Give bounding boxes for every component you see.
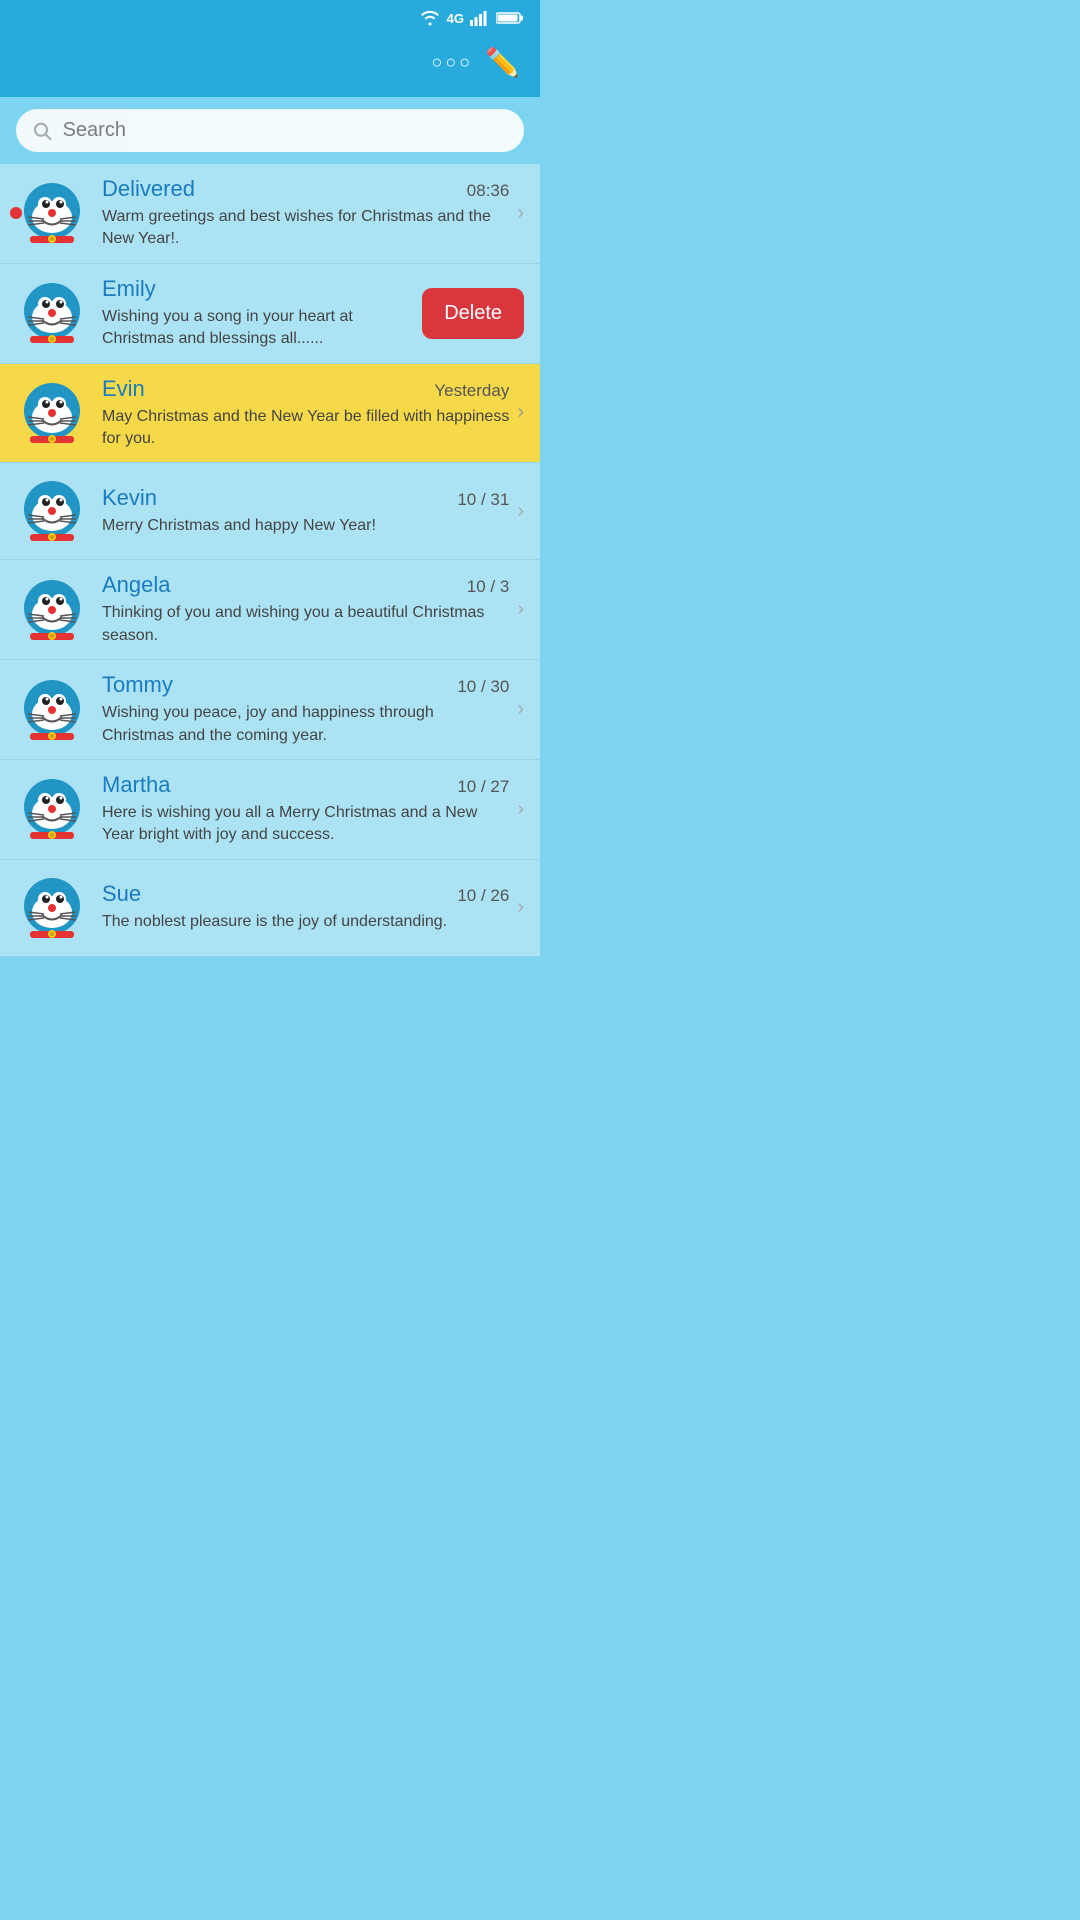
avatar <box>16 475 88 547</box>
app-header: ○○○ ✏️ <box>0 36 540 97</box>
message-preview: Wishing you a song in your heart at Chri… <box>102 306 412 351</box>
contact-name: Kevin <box>102 485 157 511</box>
battery-icon <box>496 11 524 25</box>
message-content: Evin Yesterday May Christmas and the New… <box>102 376 509 451</box>
message-time: 10 / 31 <box>457 490 509 510</box>
avatar <box>16 177 88 249</box>
message-time: 08:36 <box>467 181 510 201</box>
contact-name: Martha <box>102 772 170 798</box>
message-time: Yesterday <box>434 381 509 401</box>
delete-button[interactable]: Delete <box>422 288 524 339</box>
avatar <box>16 574 88 646</box>
message-item-evin[interactable]: Evin Yesterday May Christmas and the New… <box>0 364 540 464</box>
contact-name: Sue <box>102 881 141 907</box>
chevron-icon: › <box>517 202 524 225</box>
message-time: 10 / 27 <box>457 777 509 797</box>
message-header-row: Sue 10 / 26 <box>102 881 509 907</box>
status-icons: 4G <box>419 10 524 26</box>
contact-name: Evin <box>102 376 145 402</box>
contact-name: Emily <box>102 276 156 302</box>
message-content: Tommy 10 / 30 Wishing you peace, joy and… <box>102 672 509 747</box>
message-item-sue[interactable]: Sue 10 / 26 The noblest pleasure is the … <box>0 860 540 957</box>
chevron-icon: › <box>517 698 524 721</box>
message-preview: Here is wishing you all a Merry Christma… <box>102 802 509 847</box>
message-time: 10 / 30 <box>457 677 509 697</box>
message-time: 10 / 26 <box>457 886 509 906</box>
message-content: Delivered 08:36 Warm greetings and best … <box>102 176 509 251</box>
avatar <box>16 773 88 845</box>
message-item-emily[interactable]: Emily Wishing you a song in your heart a… <box>0 264 540 364</box>
avatar <box>16 872 88 944</box>
signal-icon <box>470 10 490 26</box>
message-header-row: Evin Yesterday <box>102 376 509 402</box>
chevron-icon: › <box>517 598 524 621</box>
contact-name: Tommy <box>102 672 173 698</box>
message-header-row: Angela 10 / 3 <box>102 572 509 598</box>
message-content: Angela 10 / 3 Thinking of you and wishin… <box>102 572 509 647</box>
chevron-icon: › <box>517 798 524 821</box>
message-preview: Merry Christmas and happy New Year! <box>102 515 509 537</box>
message-header-row: Kevin 10 / 31 <box>102 485 509 511</box>
message-header-row: Emily <box>102 276 412 302</box>
avatar <box>16 377 88 449</box>
search-icon <box>32 120 53 142</box>
chevron-icon: › <box>517 500 524 523</box>
message-header-row: Delivered 08:36 <box>102 176 509 202</box>
contact-name: Angela <box>102 572 171 598</box>
search-box <box>16 109 524 152</box>
message-time: 10 / 3 <box>467 577 510 597</box>
message-content: Emily Wishing you a song in your heart a… <box>102 276 412 351</box>
chevron-icon: › <box>517 401 524 424</box>
search-input[interactable] <box>63 119 508 142</box>
chevron-icon: › <box>517 896 524 919</box>
message-header-row: Tommy 10 / 30 <box>102 672 509 698</box>
message-preview: May Christmas and the New Year be filled… <box>102 406 509 451</box>
compose-button[interactable]: ✏️ <box>485 46 520 79</box>
more-options-button[interactable]: ○○○ <box>432 52 474 73</box>
avatar <box>16 674 88 746</box>
network-label: 4G <box>447 11 464 26</box>
search-container <box>0 97 540 164</box>
message-preview: The noblest pleasure is the joy of under… <box>102 911 509 933</box>
message-item-angela[interactable]: Angela 10 / 3 Thinking of you and wishin… <box>0 560 540 660</box>
message-preview: Wishing you peace, joy and happiness thr… <box>102 702 509 747</box>
contact-name: Delivered <box>102 176 195 202</box>
message-header-row: Martha 10 / 27 <box>102 772 509 798</box>
message-list: Delivered 08:36 Warm greetings and best … <box>0 164 540 957</box>
wifi-icon <box>419 10 441 26</box>
status-bar: 4G <box>0 0 540 36</box>
message-preview: Warm greetings and best wishes for Chris… <box>102 206 509 251</box>
message-content: Sue 10 / 26 The noblest pleasure is the … <box>102 881 509 933</box>
message-content: Martha 10 / 27 Here is wishing you all a… <box>102 772 509 847</box>
avatar <box>16 277 88 349</box>
header-right: ○○○ ✏️ <box>432 46 521 79</box>
message-content: Kevin 10 / 31 Merry Christmas and happy … <box>102 485 509 537</box>
message-preview: Thinking of you and wishing you a beauti… <box>102 602 509 647</box>
message-item-tommy[interactable]: Tommy 10 / 30 Wishing you peace, joy and… <box>0 660 540 760</box>
message-item-delivered[interactable]: Delivered 08:36 Warm greetings and best … <box>0 164 540 264</box>
message-item-kevin[interactable]: Kevin 10 / 31 Merry Christmas and happy … <box>0 463 540 560</box>
message-item-martha[interactable]: Martha 10 / 27 Here is wishing you all a… <box>0 760 540 860</box>
